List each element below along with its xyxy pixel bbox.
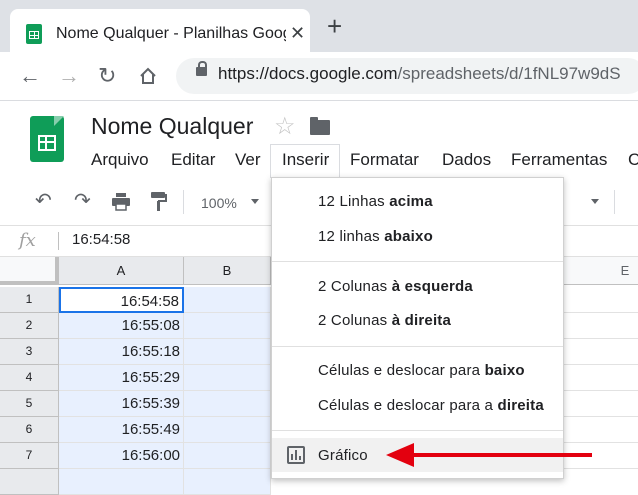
url-text[interactable]: https://docs.google.com/spreadsheets/d/1… xyxy=(218,64,621,84)
cols-right-bold: à direita xyxy=(391,312,452,329)
menu-editar[interactable]: Editar xyxy=(171,150,215,170)
cell-e[interactable] xyxy=(564,287,638,313)
document-title[interactable]: Nome Qualquer xyxy=(91,113,253,140)
menu-formatar[interactable]: Formatar xyxy=(350,150,419,170)
rows-below-bold: abaixo xyxy=(384,228,433,245)
url-domain: https://docs.google.com xyxy=(218,64,398,83)
select-all-corner[interactable] xyxy=(0,257,59,285)
row-header[interactable]: 1 xyxy=(0,287,59,313)
forward-arrow-icon[interactable]: → xyxy=(58,65,80,87)
cell-a[interactable]: 16:55:39 xyxy=(59,391,184,417)
menu-dados[interactable]: Dados xyxy=(442,150,491,170)
row-header[interactable]: 6 xyxy=(0,417,59,443)
cell-b[interactable] xyxy=(184,443,271,469)
menu-item-chart-label[interactable]: Gráfico xyxy=(318,447,368,464)
menu-item-rows-above[interactable]: 12 Linhas acima xyxy=(318,193,433,210)
menu-arquivo[interactable]: Arquivo xyxy=(91,150,149,170)
menu-item-cells-down[interactable]: Células e deslocar para baixo xyxy=(318,362,525,379)
cell-b[interactable] xyxy=(184,417,271,443)
menu-item-rows-below[interactable]: 12 linhas abaixo xyxy=(318,228,433,245)
folder-icon[interactable] xyxy=(310,117,330,135)
cell-b[interactable] xyxy=(184,313,271,339)
menu-more[interactable]: C xyxy=(628,150,638,170)
cell-b[interactable] xyxy=(184,469,271,495)
cell-e[interactable] xyxy=(564,339,638,365)
chart-icon xyxy=(287,446,305,464)
column-header-e-label: E xyxy=(620,263,630,278)
cell-a[interactable]: 16:56:00 xyxy=(59,443,184,469)
redo-icon[interactable]: ↷ xyxy=(74,191,91,211)
menu-item-cells-right[interactable]: Células e deslocar para a direita xyxy=(318,397,544,414)
zoom-select[interactable]: 100% xyxy=(201,195,237,211)
close-tab-icon[interactable]: ✕ xyxy=(290,23,305,44)
insert-menu-dropdown: 12 Linhas acima 12 linhas abaixo 2 Colun… xyxy=(271,177,564,479)
row-header[interactable] xyxy=(0,469,59,495)
sheets-favicon-icon xyxy=(26,24,42,44)
fx-icon: fx xyxy=(19,230,36,251)
toolbar-separator xyxy=(614,190,615,214)
menu-ferramentas[interactable]: Ferramentas xyxy=(511,150,607,170)
zoom-dropdown-icon[interactable] xyxy=(251,199,259,204)
row-header[interactable]: 2 xyxy=(0,313,59,339)
menu-separator xyxy=(272,346,563,347)
back-arrow-icon[interactable]: ← xyxy=(19,65,41,87)
sheets-logo-icon[interactable] xyxy=(30,116,64,162)
cell-b[interactable] xyxy=(184,287,271,313)
reload-icon[interactable]: ↻ xyxy=(98,65,116,87)
cell-e[interactable] xyxy=(564,417,638,443)
url-path: /spreadsheets/d/1fNL97w9dS xyxy=(397,64,621,83)
column-header-b[interactable]: B xyxy=(184,257,271,285)
menu-separator xyxy=(272,430,563,431)
row-header[interactable]: 5 xyxy=(0,391,59,417)
cells-right-text: Células e deslocar para a xyxy=(318,397,498,414)
toolbar-separator xyxy=(183,190,184,214)
menu-item-cols-right[interactable]: 2 Colunas à direita xyxy=(318,312,451,329)
lock-icon xyxy=(196,61,207,76)
cell-e[interactable] xyxy=(564,391,638,417)
cell-a[interactable]: 16:55:18 xyxy=(59,339,184,365)
tab-title: Nome Qualquer - Planilhas Goog xyxy=(56,25,286,42)
rows-above-bold: acima xyxy=(389,193,433,210)
cells-right-bold: direita xyxy=(497,397,544,414)
menu-inserir[interactable]: Inserir xyxy=(282,150,329,170)
cells-down-bold: baixo xyxy=(484,362,525,379)
font-dropdown-icon[interactable] xyxy=(591,199,599,204)
cells-down-text: Células e deslocar para xyxy=(318,362,485,379)
row-header[interactable]: 7 xyxy=(0,443,59,469)
cell-a[interactable]: 16:55:49 xyxy=(59,417,184,443)
cell-b[interactable] xyxy=(184,339,271,365)
menu-ver[interactable]: Ver xyxy=(235,150,261,170)
rows-above-text: 12 Linhas xyxy=(318,193,390,210)
column-header-e[interactable]: E xyxy=(564,257,638,285)
print-icon[interactable] xyxy=(111,193,131,211)
undo-icon[interactable]: ↶ xyxy=(35,191,52,211)
formula-input[interactable]: 16:54:58 xyxy=(72,231,130,248)
cols-left-text: 2 Colunas xyxy=(318,278,392,295)
cell-a[interactable] xyxy=(59,469,184,495)
new-tab-button[interactable]: + xyxy=(327,13,342,39)
cell-b[interactable] xyxy=(184,391,271,417)
cell-e[interactable] xyxy=(564,313,638,339)
cell-a[interactable]: 16:55:29 xyxy=(59,365,184,391)
cell-a1[interactable]: 16:54:58 xyxy=(59,287,184,313)
star-icon[interactable]: ☆ xyxy=(274,112,296,141)
home-icon[interactable] xyxy=(139,67,157,85)
column-header-a[interactable]: A xyxy=(59,257,184,285)
cell-e[interactable] xyxy=(564,365,638,391)
formula-separator xyxy=(58,232,59,250)
rows-below-text: 12 linhas xyxy=(318,228,385,245)
cols-right-text: 2 Colunas xyxy=(318,312,392,329)
annotation-arrow-head xyxy=(386,443,414,467)
cols-left-bold: à esquerda xyxy=(391,278,473,295)
annotation-arrow-shaft xyxy=(410,453,592,457)
cell-a[interactable]: 16:55:08 xyxy=(59,313,184,339)
row-header[interactable]: 3 xyxy=(0,339,59,365)
row-header[interactable]: 4 xyxy=(0,365,59,391)
cell-b[interactable] xyxy=(184,365,271,391)
paint-format-icon[interactable] xyxy=(151,192,167,212)
menu-separator xyxy=(272,261,563,262)
menu-item-cols-left[interactable]: 2 Colunas à esquerda xyxy=(318,278,473,295)
